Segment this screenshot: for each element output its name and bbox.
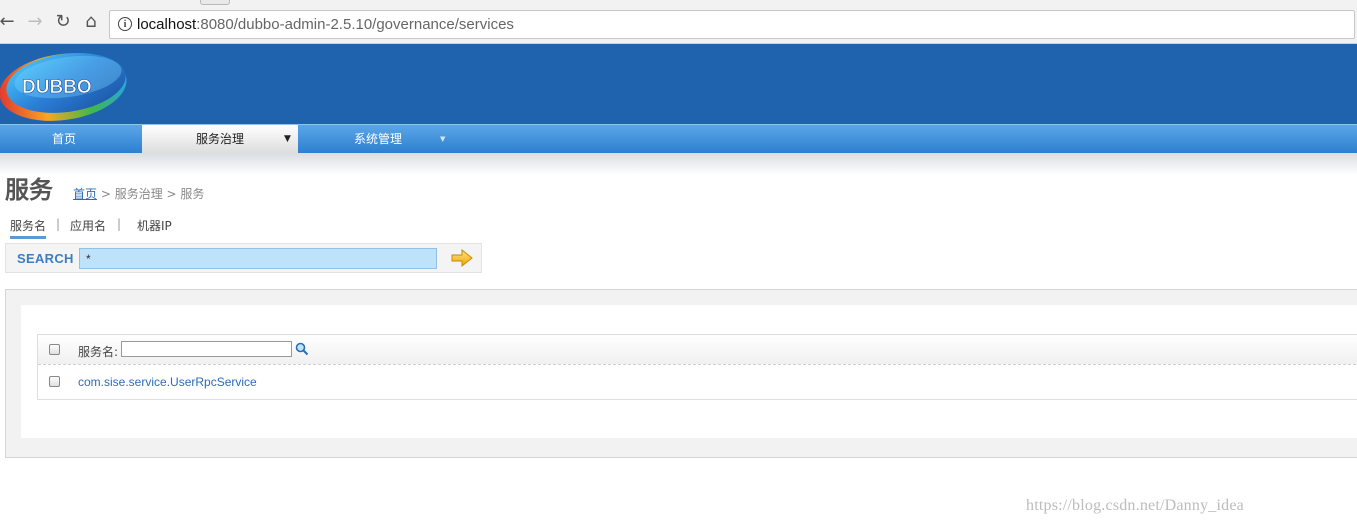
site-info-icon[interactable]: i xyxy=(118,17,132,31)
watermark: https://blog.csdn.net/Danny_idea xyxy=(1026,497,1244,514)
home-icon[interactable]: ⌂ xyxy=(80,11,102,33)
menu-item-label: 系统管理 xyxy=(353,132,402,146)
search-label: SEARCH xyxy=(17,251,74,266)
content-inner: 服务名: com.sise.service.UserRpcService xyxy=(21,305,1357,438)
search-go-arrow-icon[interactable] xyxy=(450,248,474,268)
browser-toolbar: ← → ↻ ⌂ i localhost:8080/dubbo-admin-2.5… xyxy=(0,0,1357,44)
menu-item-service-governance[interactable]: 服务治理 ▼ xyxy=(142,125,298,154)
breadcrumb: 首页 > 服务治理 > 服务 xyxy=(73,185,204,202)
menu-shadow xyxy=(0,153,1357,175)
url-text: localhost:8080/dubbo-admin-2.5.10/govern… xyxy=(137,16,514,33)
forward-arrow-icon[interactable]: → xyxy=(24,11,46,33)
table-row: com.sise.service.UserRpcService xyxy=(38,365,1357,399)
tab-separator: | xyxy=(56,217,61,231)
menu-item-label: 服务治理 xyxy=(195,132,244,146)
menu-item-home[interactable]: 首页 xyxy=(0,125,128,154)
service-link[interactable]: com.sise.service.UserRpcService xyxy=(78,375,257,389)
url-path: :8080/dubbo-admin-2.5.10/governance/serv… xyxy=(196,16,514,33)
logo-wordmark: DUBBO xyxy=(22,77,92,98)
table-header: 服务名: xyxy=(38,335,1357,365)
address-bar[interactable]: i localhost:8080/dubbo-admin-2.5.10/gove… xyxy=(109,10,1355,39)
back-arrow-icon[interactable]: ← xyxy=(0,11,18,33)
search-bar: SEARCH xyxy=(5,243,482,273)
reload-icon[interactable]: ↻ xyxy=(52,11,74,33)
breadcrumb-trail: > 服务治理 > 服务 xyxy=(97,187,205,201)
service-filter-input[interactable] xyxy=(121,341,292,357)
app-header xyxy=(0,44,1357,124)
browser-tab[interactable] xyxy=(200,0,230,5)
row-checkbox[interactable] xyxy=(49,376,60,387)
search-icon[interactable] xyxy=(295,342,309,356)
breadcrumb-home-link[interactable]: 首页 xyxy=(73,187,97,201)
select-all-checkbox[interactable] xyxy=(49,344,60,355)
page-title: 服务 xyxy=(5,176,53,204)
main-menu: 首页 服务治理 ▼ 系统管理 ▼ xyxy=(0,124,1357,154)
tab-separator: | xyxy=(117,217,122,231)
column-header-service-name: 服务名: xyxy=(78,345,119,359)
tab-app-name[interactable]: 应用名 xyxy=(70,217,106,234)
menu-item-system-admin[interactable]: 系统管理 ▼ xyxy=(300,125,456,154)
tab-service-name[interactable]: 服务名 xyxy=(10,217,47,239)
url-host: localhost xyxy=(137,16,197,33)
dubbo-logo: DUBBO xyxy=(0,53,127,121)
tab-machine-ip[interactable]: 机器IP xyxy=(137,217,172,234)
dropdown-caret-icon: ▼ xyxy=(284,134,291,144)
content-panel: 服务名: com.sise.service.UserRpcService xyxy=(5,289,1357,458)
menu-item-label: 首页 xyxy=(51,132,76,146)
dropdown-caret-icon: ▼ xyxy=(440,135,446,143)
search-input[interactable] xyxy=(79,248,437,269)
services-table: 服务名: com.sise.service.UserRpcService xyxy=(37,334,1357,400)
